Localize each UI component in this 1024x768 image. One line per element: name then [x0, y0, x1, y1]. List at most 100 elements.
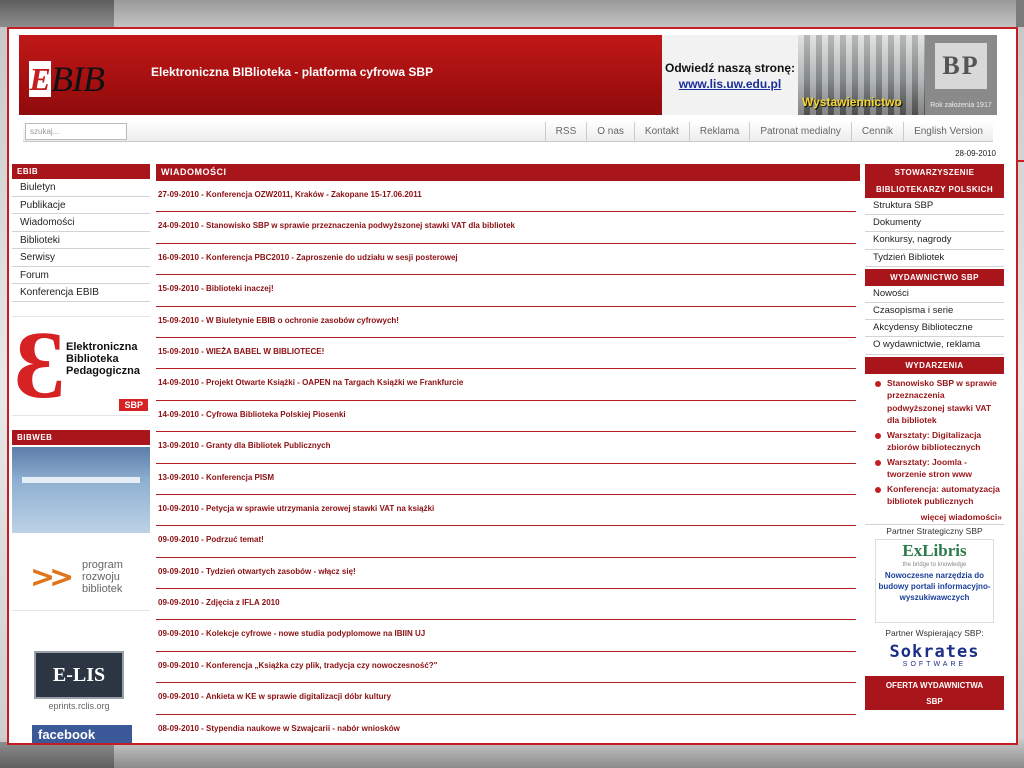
- menu-item-sbp-structure[interactable]: Struktura SBP: [865, 198, 1004, 216]
- facebook-button[interactable]: facebook: [32, 724, 132, 743]
- nav-contact[interactable]: Kontakt: [633, 122, 689, 142]
- news-link[interactable]: 08-09-2010 - Stypendia naukowe w Szwajca…: [158, 724, 400, 733]
- nav-pricing[interactable]: Cennik: [850, 122, 903, 142]
- news-link[interactable]: 14-09-2010 - Projekt Otwarte Książki - O…: [158, 378, 463, 387]
- right-sidebar: STOWARZYSZENIE BIBLIOTEKARZY POLSKICH St…: [865, 164, 1004, 710]
- menu-item-bulletin[interactable]: Biuletyn: [12, 179, 150, 197]
- sbp-logo[interactable]: BP Rok założenia 1917: [925, 35, 997, 115]
- ebib-menu-heading: EBIB: [12, 164, 150, 179]
- left-sidebar: EBIB Biuletyn Publikacje Wiadomości Bibl…: [12, 164, 150, 743]
- news-link[interactable]: 09-09-2010 - Tydzień otwartych zasobów -…: [158, 567, 356, 576]
- news-heading: WIADOMOŚCI: [156, 164, 860, 181]
- news-item[interactable]: 09-09-2010 - Kolekcje cyfrowe - nowe stu…: [156, 620, 856, 652]
- bibweb-thumbnail[interactable]: [12, 446, 150, 533]
- news-link[interactable]: 09-09-2010 - Konferencja „Książka czy pl…: [158, 661, 437, 670]
- news-link[interactable]: 15-09-2010 - W Biuletynie EBIB o ochroni…: [158, 316, 399, 325]
- strategic-partner-label: Partner Strategiczny SBP: [886, 525, 983, 536]
- news-link[interactable]: 14-09-2010 - Cyfrowa Biblioteka Polskiej…: [158, 410, 346, 419]
- visit-link[interactable]: www.lis.uw.edu.pl: [662, 77, 798, 91]
- exlibris-banner[interactable]: ExLibris the bridge to knowledge Nowocze…: [875, 538, 994, 623]
- nav-about[interactable]: O nas: [586, 122, 634, 142]
- news-item[interactable]: 09-09-2010 - Konferencja „Książka czy pl…: [156, 652, 856, 684]
- news-link[interactable]: 09-09-2010 - Podrzuć temat!: [158, 535, 264, 544]
- news-item[interactable]: 09-09-2010 - Podrzuć temat!: [156, 526, 856, 558]
- ebib-menu: Biuletyn Publikacje Wiadomości Bibliotek…: [12, 179, 150, 302]
- nav-rss[interactable]: RSS: [544, 122, 587, 142]
- menu-item-publications[interactable]: Publikacje: [12, 197, 150, 214]
- news-item[interactable]: 27-09-2010 - Konferencja OZW2011, Kraków…: [156, 181, 856, 213]
- slide-corner-top: [0, 0, 114, 27]
- event-item[interactable]: Warsztaty: Joomla - tworzenie stron www: [873, 456, 1000, 481]
- search-input[interactable]: szukaj...: [25, 123, 127, 140]
- menu-item-new-releases[interactable]: Nowości: [865, 286, 1004, 303]
- news-item[interactable]: 08-09-2010 - Stypendia naukowe w Szwajca…: [156, 715, 856, 743]
- news-link[interactable]: 15-09-2010 - Biblioteki inaczej!: [158, 284, 274, 293]
- news-link[interactable]: 09-09-2010 - Ankieta w KE w sprawie digi…: [158, 692, 391, 701]
- news-item[interactable]: 15-09-2010 - WIEŻA BABEL W BIBLIOTECE!: [156, 338, 856, 370]
- nav-ads[interactable]: Reklama: [688, 122, 749, 142]
- news-link[interactable]: 09-09-2010 - Kolekcje cyfrowe - nowe stu…: [158, 629, 425, 638]
- slide-red-tick: [1018, 160, 1024, 162]
- news-link[interactable]: 16-09-2010 - Konferencja PBC2010 - Zapro…: [158, 253, 458, 262]
- menu-item-library-forms[interactable]: Akcydensy Biblioteczne: [865, 320, 1004, 338]
- nav-media-patronage[interactable]: Patronat medialny: [749, 122, 851, 142]
- exhibition-photo[interactable]: Wystawiennictwo: [798, 35, 925, 115]
- news-item[interactable]: 15-09-2010 - Biblioteki inaczej!: [156, 275, 856, 307]
- news-link[interactable]: 15-09-2010 - WIEŻA BABEL W BIBLIOTECE!: [158, 347, 324, 356]
- news-item[interactable]: 09-09-2010 - Tydzień otwartych zasobów -…: [156, 558, 856, 590]
- sokrates-logo: Sokrates: [889, 641, 980, 662]
- news-item[interactable]: 14-09-2010 - Projekt Otwarte Książki - O…: [156, 369, 856, 401]
- news-link[interactable]: 27-09-2010 - Konferencja OZW2011, Kraków…: [158, 190, 422, 199]
- menu-item-about-publisher[interactable]: O wydawnictwie, reklama: [865, 337, 1004, 355]
- news-list: 27-09-2010 - Konferencja OZW2011, Kraków…: [156, 181, 860, 743]
- news-link[interactable]: 13-09-2010 - Granty dla Bibliotek Public…: [158, 441, 331, 450]
- event-item[interactable]: Konferencja: automatyzacja bibliotek pub…: [873, 483, 1000, 508]
- event-item[interactable]: Stanowisko SBP w sprawie przeznaczenia p…: [873, 377, 1000, 427]
- sokrates-banner[interactable]: Sokrates SOFTWARE: [869, 643, 1000, 668]
- bibweb-heading: BIBWEB: [12, 429, 150, 445]
- news-item[interactable]: 09-09-2010 - Ankieta w KE w sprawie digi…: [156, 683, 856, 715]
- visit-banner[interactable]: Odwiedź naszą stronę: www.lis.uw.edu.pl: [662, 35, 798, 115]
- sbp-heading-2: BIBLIOTEKARZY POLSKICH: [865, 181, 1004, 198]
- news-item[interactable]: 09-09-2010 - Zdjęcia z IFLA 2010: [156, 589, 856, 621]
- nav-english[interactable]: English Version: [903, 122, 993, 142]
- news-item[interactable]: 24-09-2010 - Stanowisko SBP w sprawie pr…: [156, 212, 856, 244]
- menu-item-forum[interactable]: Forum: [12, 267, 150, 284]
- offer-line-1: OFERTA WYDAWNICTWA: [885, 680, 984, 690]
- menu-item-services[interactable]: Serwisy: [12, 249, 150, 267]
- news-item[interactable]: 13-09-2010 - Granty dla Bibliotek Public…: [156, 432, 856, 464]
- news-link[interactable]: 13-09-2010 - Konferencja PISM: [158, 473, 274, 482]
- news-item[interactable]: 13-09-2010 - Konferencja PISM: [156, 464, 856, 495]
- ebp-line-3: Pedagogiczna: [66, 364, 140, 377]
- publisher-offer-banner[interactable]: OFERTA WYDAWNICTWA SBP: [865, 675, 1004, 710]
- program-rozwoju-banner[interactable]: >> program rozwoju bibliotek: [12, 544, 150, 611]
- news-link[interactable]: 24-09-2010 - Stanowisko SBP w sprawie pr…: [158, 221, 515, 230]
- elis-banner[interactable]: E-LIS eprints.rclis.org: [12, 650, 150, 711]
- program-line-1: program: [82, 558, 123, 571]
- news-link[interactable]: 09-09-2010 - Zdjęcia z IFLA 2010: [158, 598, 280, 607]
- menu-item-documents[interactable]: Dokumenty: [865, 215, 1004, 233]
- menu-item-awards[interactable]: Konkursy, nagrody: [865, 232, 1004, 250]
- news-item[interactable]: 14-09-2010 - Cyfrowa Biblioteka Polskiej…: [156, 401, 856, 433]
- publisher-heading: WYDAWNICTWO SBP: [865, 268, 1004, 286]
- sbp-menu: Struktura SBP Dokumenty Konkursy, nagrod…: [865, 198, 1004, 267]
- menu-item-libraries[interactable]: Biblioteki: [12, 232, 150, 249]
- news-item[interactable]: 10-09-2010 - Petycja w sprawie utrzymani…: [156, 495, 856, 527]
- ebp-banner[interactable]: Ɛ Elektroniczna Biblioteka Pedagogiczna …: [12, 315, 150, 416]
- page-screenshot: E BIB Elektroniczna BIBlioteka - platfor…: [7, 27, 1018, 745]
- menu-item-conference[interactable]: Konferencja EBIB: [12, 284, 150, 302]
- news-link[interactable]: 10-09-2010 - Petycja w sprawie utrzymani…: [158, 504, 434, 513]
- menu-item-library-week[interactable]: Tydzień Bibliotek: [865, 250, 1004, 267]
- elis-caption: eprints.rclis.org: [48, 700, 110, 711]
- publisher-menu: Nowości Czasopisma i serie Akcydensy Bib…: [865, 286, 1004, 355]
- more-news-link[interactable]: więcej wiadomości»: [865, 510, 1004, 525]
- event-item[interactable]: Warsztaty: Digitalizacja zbiorów bibliot…: [873, 429, 1000, 454]
- sbp-heading-1: STOWARZYSZENIE: [865, 164, 1004, 181]
- ebp-line-2: Biblioteka: [66, 352, 119, 365]
- program-text: program rozwoju bibliotek: [82, 559, 123, 595]
- news-item[interactable]: 16-09-2010 - Konferencja PBC2010 - Zapro…: [156, 244, 856, 276]
- news-item[interactable]: 15-09-2010 - W Biuletynie EBIB o ochroni…: [156, 307, 856, 338]
- menu-item-journals[interactable]: Czasopisma i serie: [865, 303, 1004, 321]
- menu-item-news[interactable]: Wiadomości: [12, 214, 150, 232]
- ebib-logo[interactable]: E BIB: [29, 55, 115, 105]
